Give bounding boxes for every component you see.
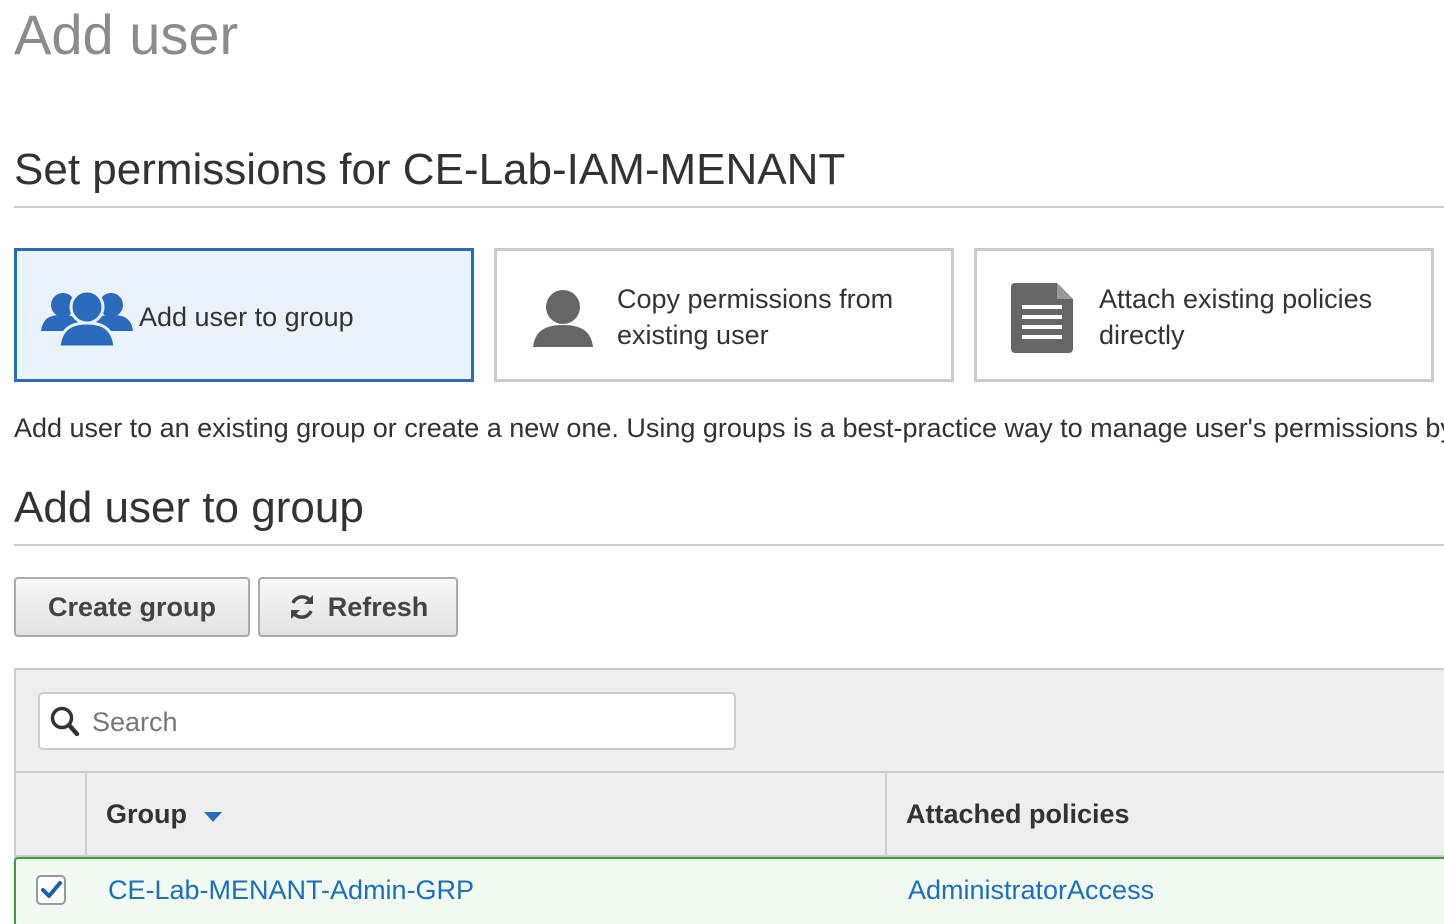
- sort-down-icon: [203, 799, 223, 830]
- search-box[interactable]: [38, 692, 736, 750]
- group-name-link[interactable]: CE-Lab-MENANT-Admin-GRP: [108, 875, 474, 906]
- refresh-button[interactable]: Refresh: [258, 577, 458, 637]
- refresh-icon: [288, 593, 316, 621]
- column-header-attached-policies[interactable]: Attached policies: [906, 799, 1130, 830]
- table-row[interactable]: CE-Lab-MENANT-Admin-GRP AdministratorAcc…: [14, 857, 1444, 924]
- divider: [14, 206, 1444, 208]
- users-group-icon: [41, 287, 133, 352]
- groups-table: Group Attached policies CE-Lab-MENANT-Ad…: [14, 668, 1444, 924]
- column-divider: [85, 773, 87, 855]
- user-icon: [531, 289, 595, 352]
- set-permissions-heading: Set permissions for CE-Lab-IAM-MENANT: [14, 145, 846, 194]
- checkmark-icon: [41, 881, 62, 898]
- column-header-label: Group: [106, 799, 187, 829]
- create-group-label: Create group: [47, 591, 217, 622]
- column-header-group[interactable]: Group: [106, 799, 223, 830]
- permissions-description: Add user to an existing group or create …: [14, 413, 1444, 443]
- search-icon: [50, 706, 80, 743]
- option-attach-policies[interactable]: Attach existing policies directly: [974, 248, 1434, 382]
- option-label-line1: Copy permissions from: [617, 284, 894, 314]
- option-copy-permissions[interactable]: Copy permissions from existing user: [494, 248, 954, 382]
- column-divider: [885, 773, 887, 855]
- add-user-page: Add user Set permissions for CE-Lab-IAM-…: [0, 0, 1444, 924]
- document-icon: [1011, 283, 1073, 358]
- column-header-label: Attached policies: [906, 799, 1130, 829]
- search-input[interactable]: [90, 700, 724, 744]
- option-label-line1: Attach existing policies: [1099, 284, 1373, 314]
- option-label-line2: directly: [1099, 320, 1185, 350]
- option-add-user-to-group[interactable]: Add user to group: [14, 248, 474, 382]
- row-checkbox[interactable]: [36, 875, 66, 905]
- attached-policy-link[interactable]: AdministratorAccess: [908, 875, 1154, 906]
- option-label: Add user to group: [139, 302, 354, 332]
- create-group-button[interactable]: Create group: [14, 577, 250, 637]
- table-header: Group Attached policies: [16, 771, 1444, 857]
- option-label-line2: existing user: [617, 320, 769, 350]
- add-user-to-group-heading: Add user to group: [14, 483, 364, 532]
- divider: [14, 544, 1444, 546]
- refresh-label: Refresh: [327, 591, 429, 622]
- page-title: Add user: [14, 3, 239, 66]
